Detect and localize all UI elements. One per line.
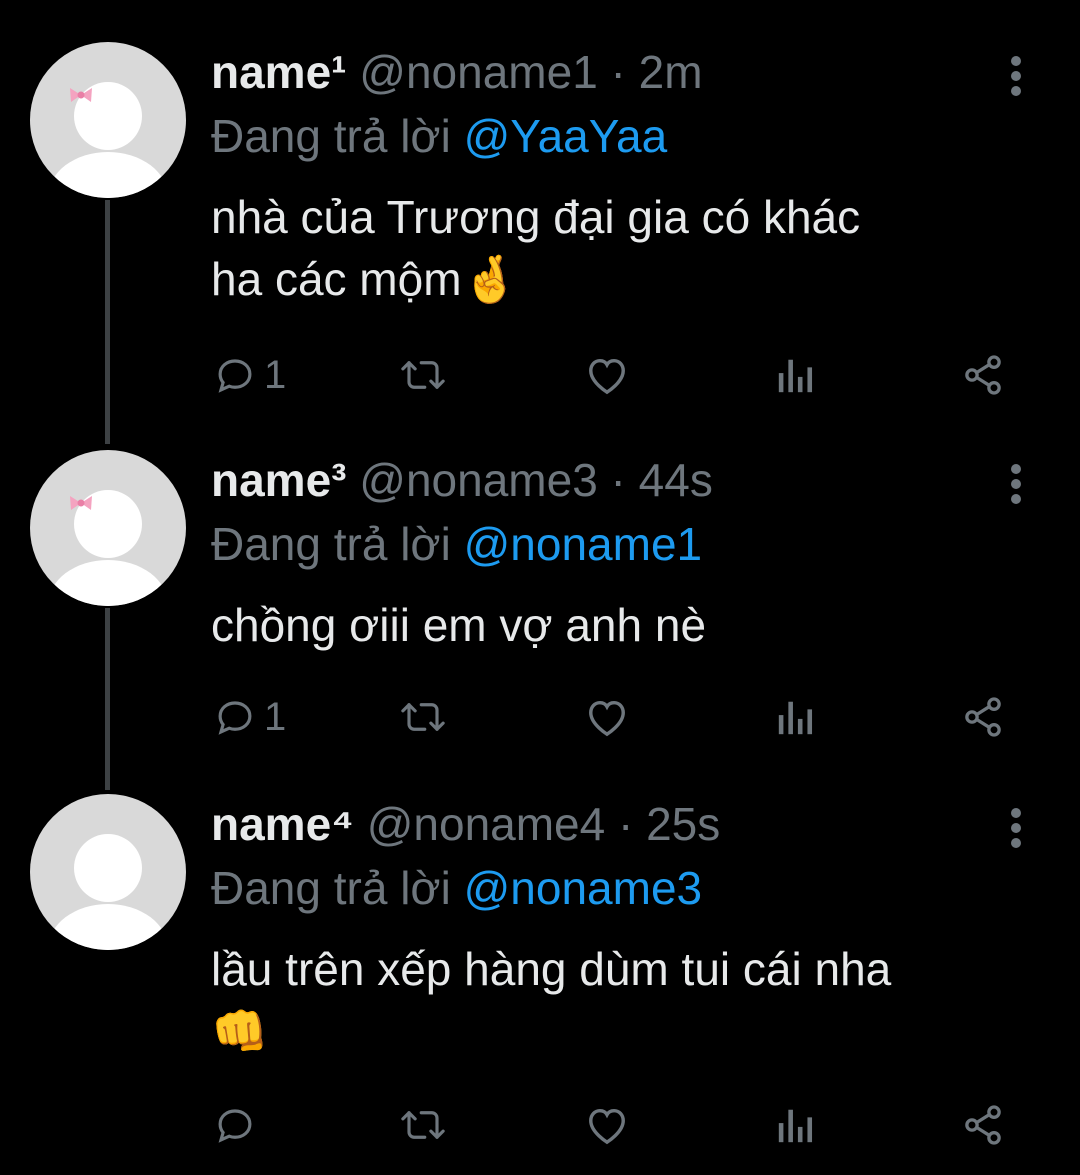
analytics-icon [778, 701, 813, 735]
display-name[interactable]: name¹ [211, 46, 346, 98]
share-button[interactable] [960, 1100, 1006, 1150]
tweet-text-line: chồng ơiii em vợ anh nè [211, 599, 707, 651]
share-button[interactable] [960, 350, 1006, 400]
reply-mention-link[interactable]: @YaaYaa [464, 110, 668, 162]
avatar-body [48, 904, 168, 950]
reply-mention-link[interactable]: @noname1 [464, 518, 703, 570]
like-button[interactable] [584, 692, 630, 742]
analytics-button[interactable] [776, 1100, 816, 1150]
reply-mention-link[interactable]: @noname3 [464, 862, 703, 914]
share-icon [965, 697, 1001, 737]
tweet-header: name¹ @noname1 · 2m [211, 42, 703, 102]
share-icon [965, 355, 1001, 395]
reply-button[interactable] [214, 1100, 264, 1150]
fist-emoji: 👊 [211, 1005, 269, 1057]
more-options-icon[interactable] [1004, 56, 1028, 96]
share-button[interactable] [960, 692, 1006, 742]
tweet-text: nhà của Trương đại gia có khác ha các mộ… [211, 186, 1031, 310]
reply-count: 1 [264, 695, 287, 739]
bow-icon [70, 496, 92, 510]
display-name[interactable]: name⁴ [211, 798, 354, 850]
share-icon [965, 1105, 1001, 1145]
avatar[interactable] [30, 42, 186, 198]
like-icon [589, 1108, 625, 1145]
handle-and-time: @noname3 · 44s [359, 454, 713, 506]
like-icon [589, 700, 625, 737]
tweet-actions: 1 [0, 692, 1080, 742]
tweet-text: chồng ơiii em vợ anh nè [211, 594, 1031, 656]
avatar-head [74, 834, 142, 902]
analytics-button[interactable] [776, 692, 816, 742]
tweet-text-line: nhà của Trương đại gia có khác [211, 191, 861, 243]
reply-icon [218, 1109, 252, 1143]
handle-and-time: @noname1 · 2m [359, 46, 703, 98]
tweet-header: name⁴ @noname4 · 25s [211, 794, 720, 854]
retweet-button[interactable] [398, 350, 448, 400]
retweet-icon [401, 1111, 445, 1139]
handle-and-time: @noname4 · 25s [366, 798, 721, 850]
replying-to: Đang trả lời @noname1 [211, 514, 702, 574]
retweet-button[interactable] [398, 692, 448, 742]
reply-button[interactable]: 1 [214, 692, 286, 742]
avatar[interactable] [30, 450, 186, 606]
tweet-text: lầu trên xếp hàng dùm tui cái nha 👊 [211, 938, 1031, 1062]
reply-count: 1 [264, 353, 287, 397]
tweet-text-line: lầu trên xếp hàng dùm tui cái nha [211, 943, 892, 995]
more-options-icon[interactable] [1004, 464, 1028, 504]
replying-to-label: Đang trả lời [211, 518, 451, 570]
reply-icon [218, 701, 252, 735]
tweet-actions: 1 [0, 350, 1080, 400]
retweet-icon [401, 703, 445, 731]
avatar[interactable] [30, 794, 186, 950]
more-options-icon[interactable] [1004, 808, 1028, 848]
like-icon [589, 358, 625, 395]
analytics-icon [778, 359, 813, 393]
tweet-text-line: ha các mộm🤞 [211, 253, 519, 305]
replying-to: Đang trả lời @YaaYaa [211, 106, 667, 166]
replying-to-label: Đang trả lời [211, 110, 451, 162]
tweet-header: name³ @noname3 · 44s [211, 450, 713, 510]
reply-icon [218, 359, 252, 393]
tweet-actions [0, 1100, 1080, 1150]
crossed-fingers-emoji: 🤞 [461, 253, 519, 305]
replying-to-label: Đang trả lời [211, 862, 451, 914]
tweet[interactable]: name⁴ @noname4 · 25s Đang trả lời @nonam… [0, 794, 1080, 1154]
avatar-body [48, 152, 168, 198]
retweet-button[interactable] [398, 1100, 448, 1150]
like-button[interactable] [584, 1100, 630, 1150]
like-button[interactable] [584, 350, 630, 400]
bow-icon [70, 88, 92, 102]
analytics-button[interactable] [776, 350, 816, 400]
replying-to: Đang trả lời @noname3 [211, 858, 702, 918]
display-name[interactable]: name³ [211, 454, 346, 506]
analytics-icon [778, 1109, 813, 1143]
tweet[interactable]: name¹ @noname1 · 2m Đang trả lời @YaaYaa… [0, 42, 1080, 412]
reply-button[interactable]: 1 [214, 350, 286, 400]
avatar-body [48, 560, 168, 606]
tweet[interactable]: name³ @noname3 · 44s Đang trả lời @nonam… [0, 450, 1080, 750]
retweet-icon [401, 361, 445, 389]
